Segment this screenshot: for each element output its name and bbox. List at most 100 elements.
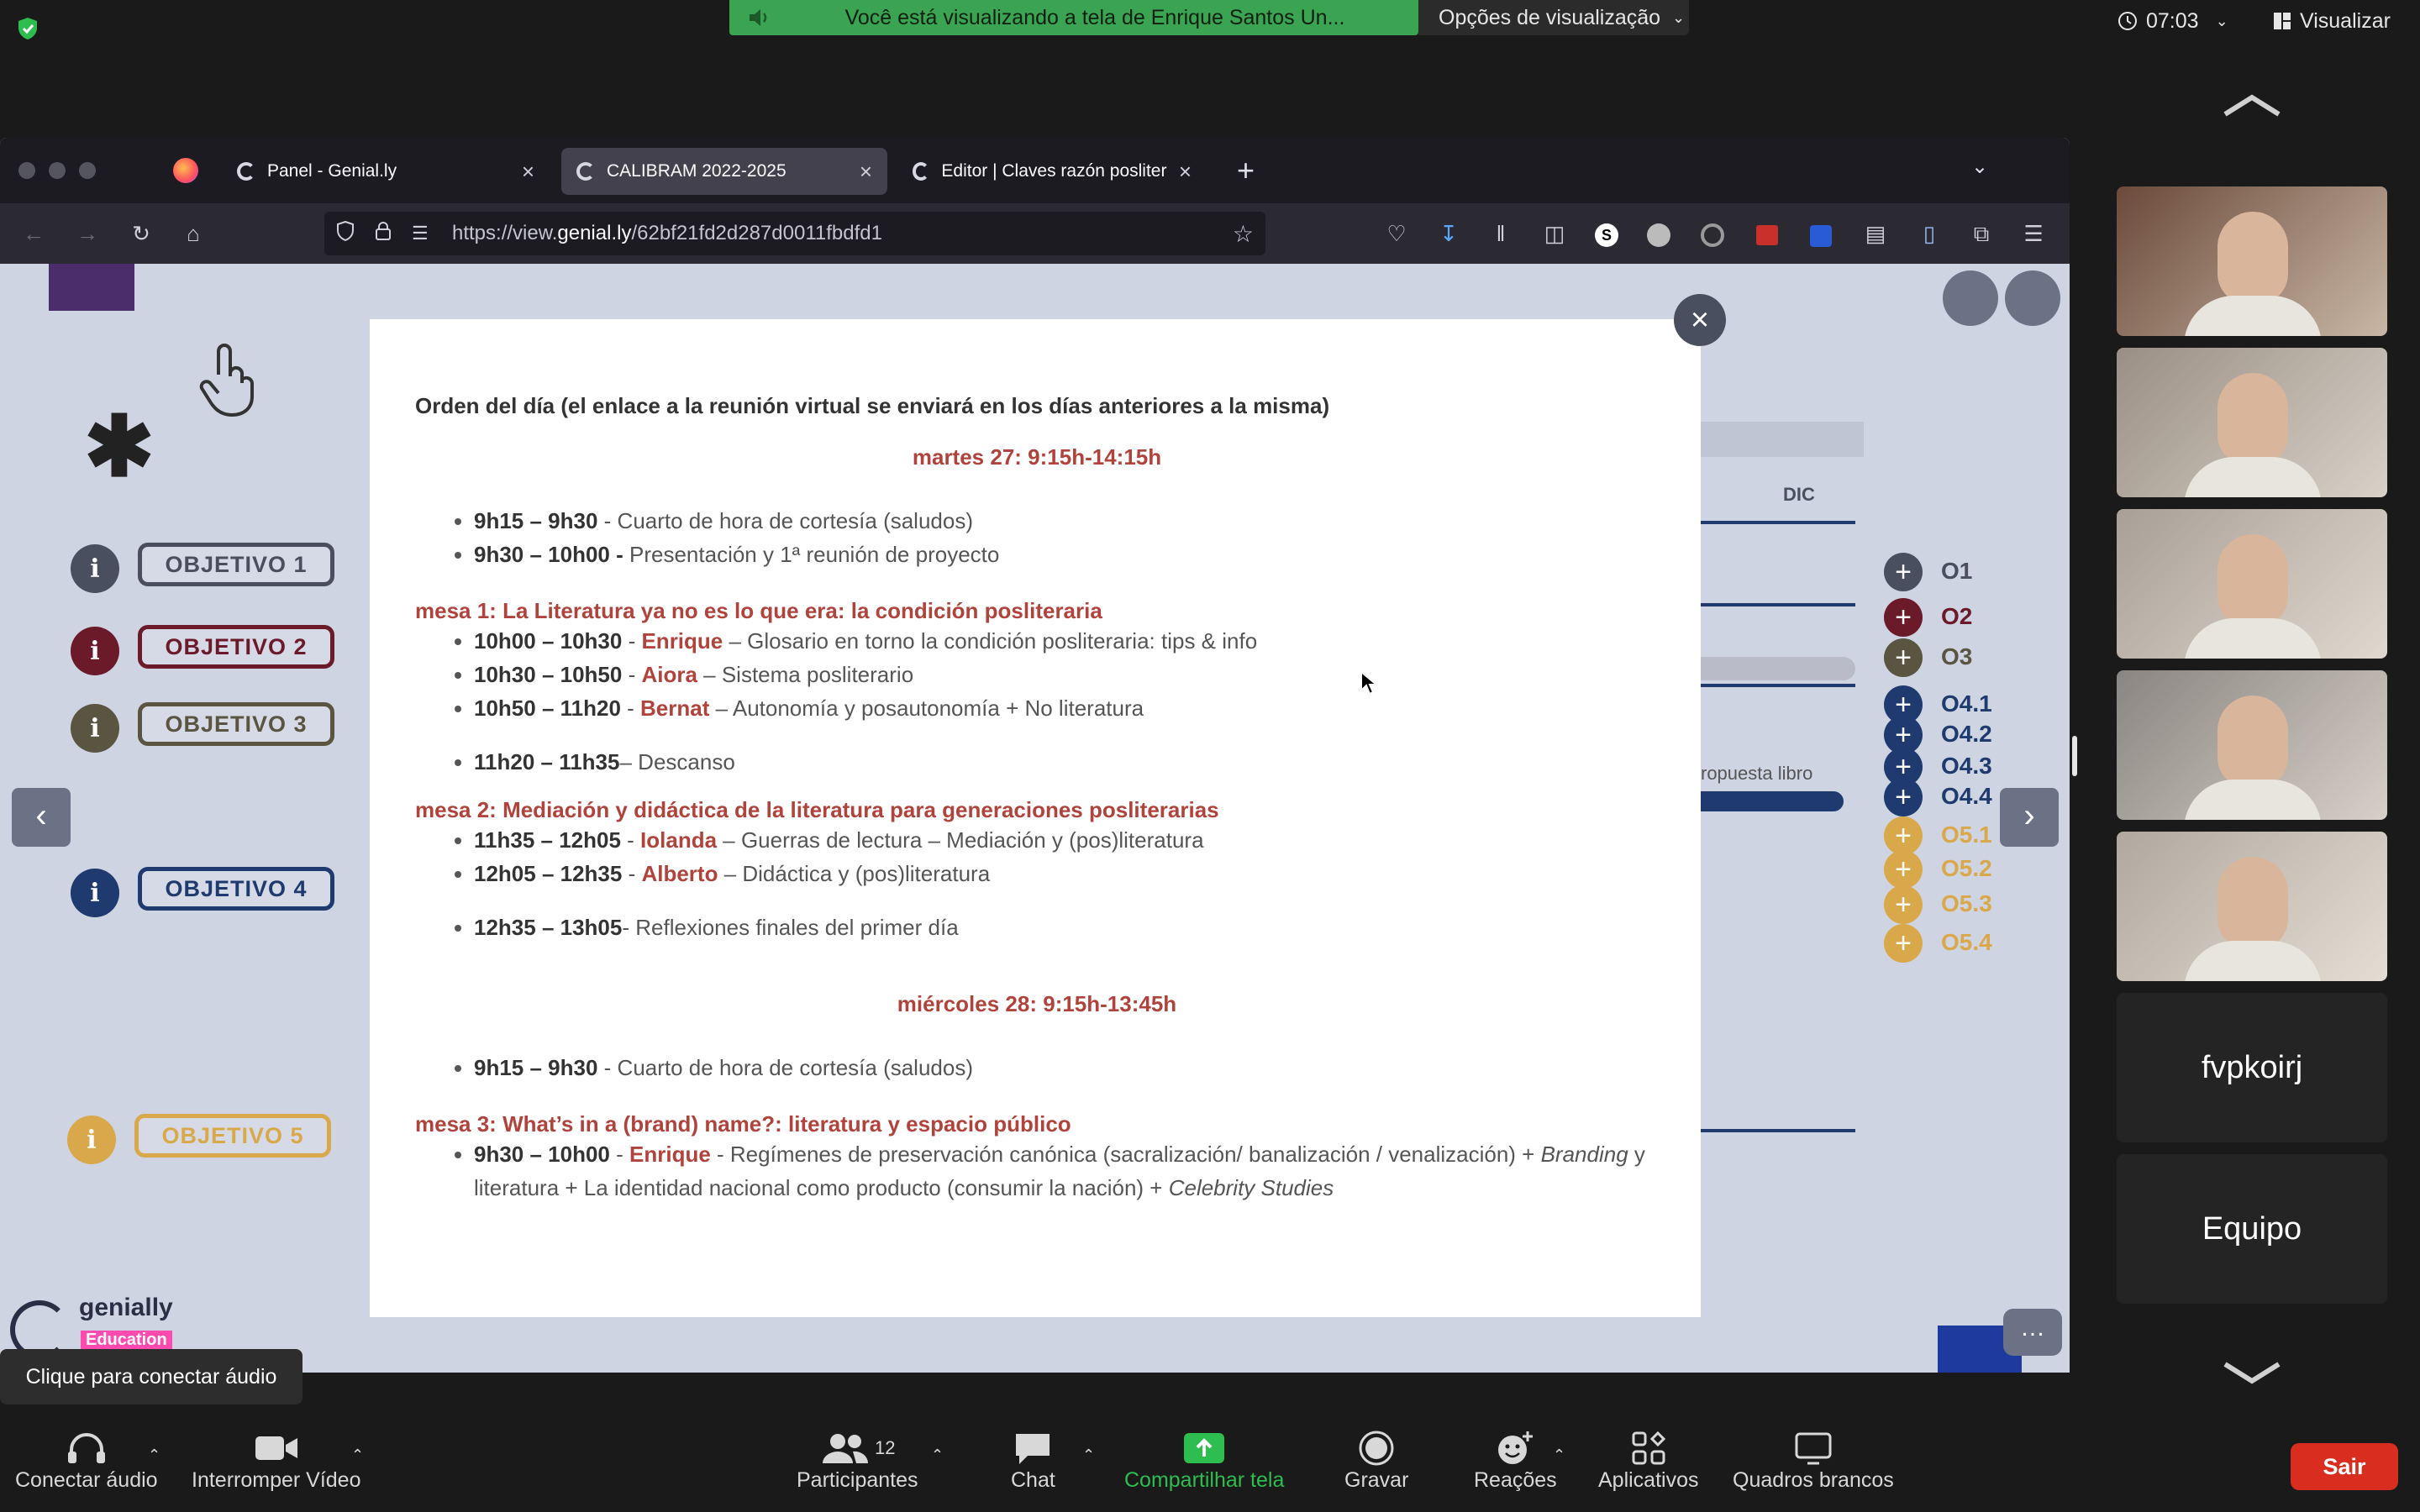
- extension-g-icon[interactable]: [1701, 223, 1724, 247]
- meeting-clock[interactable]: 07:03 ⌄: [2118, 7, 2228, 35]
- close-icon[interactable]: ×: [1179, 159, 1192, 185]
- objective-3-button[interactable]: OBJETIVO 3: [138, 702, 334, 746]
- sidebar-icon[interactable]: ◫: [1541, 220, 1568, 247]
- previous-slide-button[interactable]: ‹: [12, 788, 71, 847]
- chevron-up-icon[interactable]: ⌃: [1082, 1446, 1095, 1464]
- participant-face: [2217, 534, 2288, 627]
- timeline-line: [1701, 603, 1855, 606]
- connect-audio-button[interactable]: Conectar áudio: [15, 1428, 158, 1493]
- view-layout-button[interactable]: Visualizar: [2273, 7, 2391, 35]
- record-button[interactable]: Gravar: [1344, 1428, 1408, 1493]
- plus-icon[interactable]: +: [1884, 924, 1923, 963]
- objective-5-button[interactable]: OBJETIVO 5: [134, 1114, 331, 1158]
- info-icon[interactable]: i: [67, 1116, 116, 1164]
- list-item: 10h00 – 10h30 - Enrique – Glosario en to…: [474, 624, 1659, 658]
- downloads-icon[interactable]: ↧: [1435, 220, 1462, 247]
- participant-video-tile[interactable]: [2117, 670, 2387, 820]
- home-icon[interactable]: ⌂: [180, 220, 207, 247]
- plus-icon[interactable]: +: [1884, 638, 1923, 677]
- scroll-up-chevron-icon[interactable]: [2222, 92, 2282, 122]
- list-item: 11h35 – 12h05 - Iolanda – Guerras de lec…: [474, 823, 1659, 857]
- url-text[interactable]: https://view.genial.ly/62bf21fd2d287d001…: [452, 222, 882, 245]
- item-time: 12h05 – 12h35: [474, 861, 623, 886]
- plus-icon[interactable]: +: [1884, 850, 1923, 889]
- tab-panel-genially[interactable]: Panel - Genial.ly ×: [222, 148, 550, 195]
- window-minimize-dot[interactable]: [49, 162, 66, 179]
- reload-icon[interactable]: ↻: [128, 220, 155, 247]
- chevron-up-icon[interactable]: ⌃: [931, 1446, 944, 1464]
- record-icon: [1359, 1431, 1394, 1466]
- stop-video-button[interactable]: Interromper Vídeo: [192, 1428, 361, 1493]
- objective-4-button[interactable]: OBJETIVO 4: [138, 867, 334, 911]
- whiteboards-button[interactable]: Quadros brancos: [1733, 1428, 1894, 1493]
- firefox-icon[interactable]: [173, 158, 198, 183]
- back-icon[interactable]: ←: [20, 220, 47, 247]
- hand-tool-icon[interactable]: [1943, 270, 1998, 326]
- info-icon[interactable]: i: [71, 869, 119, 917]
- leave-meeting-button[interactable]: Sair: [2291, 1443, 2398, 1490]
- objective-index-label: O5.3: [1941, 890, 1992, 916]
- tab-calibram[interactable]: CALIBRAM 2022-2025 ×: [561, 148, 887, 195]
- address-bar[interactable]: ☰ https://view.genial.ly/62bf21fd2d287d0…: [324, 212, 1265, 255]
- close-icon[interactable]: ×: [860, 159, 872, 185]
- lock-icon[interactable]: [375, 221, 397, 247]
- objective-1-button[interactable]: OBJETIVO 1: [138, 543, 334, 586]
- tab-editor-claves[interactable]: Editor | Claves razón posliteraria ×: [897, 148, 1207, 195]
- next-slide-button[interactable]: ›: [2000, 788, 2059, 847]
- extension-doc-icon[interactable]: ▯: [1916, 220, 1943, 247]
- more-options-button[interactable]: …: [2003, 1309, 2062, 1356]
- extension-s-icon[interactable]: S: [1595, 223, 1618, 247]
- extension-red-icon[interactable]: [1756, 225, 1778, 245]
- view-options-dropdown[interactable]: Opções de visualização ⌄: [1418, 0, 1689, 35]
- close-icon[interactable]: ×: [522, 159, 534, 185]
- scroll-down-chevron-icon[interactable]: [2222, 1361, 2282, 1390]
- extension-reader-icon[interactable]: ▤: [1862, 220, 1889, 247]
- info-icon[interactable]: i: [71, 704, 119, 753]
- item-text: - Reflexiones finales del primer día: [622, 915, 959, 940]
- menu-hamburger-icon[interactable]: ☰: [2020, 220, 2047, 247]
- rotate-tool-icon[interactable]: [2005, 270, 2060, 326]
- participants-button[interactable]: 12 Participantes: [797, 1428, 918, 1493]
- new-tab-icon[interactable]: +: [1237, 153, 1255, 188]
- forward-icon[interactable]: →: [74, 220, 101, 247]
- reactions-button[interactable]: Reações: [1474, 1428, 1557, 1493]
- bookmark-star-icon[interactable]: ☆: [1233, 220, 1254, 248]
- participant-video-tile[interactable]: [2117, 348, 2387, 497]
- chevron-up-icon[interactable]: ⌃: [1553, 1446, 1565, 1464]
- chevron-up-icon[interactable]: ⌃: [351, 1446, 364, 1464]
- item-time: 9h15 – 9h30: [474, 508, 598, 533]
- panel-resize-handle[interactable]: [2072, 736, 2077, 776]
- tab-list-chevron-icon[interactable]: ⌄: [1971, 155, 1988, 179]
- library-icon[interactable]: ‖: [1487, 220, 1514, 247]
- info-icon[interactable]: i: [71, 627, 119, 675]
- share-screen-button[interactable]: Compartilhar tela: [1124, 1428, 1284, 1493]
- tracking-shield-icon[interactable]: [336, 220, 358, 247]
- objective-2-button[interactable]: OBJETIVO 2: [138, 625, 334, 669]
- item-separator: -: [622, 628, 642, 654]
- permissions-icon[interactable]: ☰: [412, 223, 437, 244]
- participant-name-tile[interactable]: fvpkoirj: [2117, 993, 2387, 1142]
- modal-close-button[interactable]: ×: [1674, 294, 1726, 346]
- plus-icon[interactable]: +: [1884, 885, 1923, 924]
- chevron-up-icon[interactable]: ⌃: [148, 1446, 160, 1464]
- plus-icon[interactable]: +: [1884, 553, 1923, 591]
- participant-video-tile[interactable]: [2117, 509, 2387, 659]
- security-shield-icon[interactable]: [17, 17, 39, 40]
- window-close-dot[interactable]: [18, 162, 35, 179]
- apps-button[interactable]: Aplicativos: [1598, 1428, 1699, 1493]
- extension-ll-icon[interactable]: [1647, 223, 1670, 247]
- participant-video-tile[interactable]: [2117, 832, 2387, 981]
- extension-blue-icon[interactable]: [1810, 225, 1832, 247]
- hand-pointer-icon: [193, 341, 260, 421]
- plus-icon[interactable]: +: [1884, 598, 1923, 637]
- final-list: 12h35 – 13h05- Reflexiones finales del p…: [415, 911, 1659, 944]
- info-icon[interactable]: i: [71, 544, 119, 593]
- chat-button[interactable]: Chat: [1011, 1428, 1055, 1493]
- window-zoom-dot[interactable]: [79, 162, 96, 179]
- plus-icon[interactable]: +: [1884, 778, 1923, 816]
- participant-name-tile[interactable]: Equipo: [2117, 1154, 2387, 1304]
- item-text: – Descanso: [619, 749, 735, 774]
- participant-video-tile[interactable]: [2117, 186, 2387, 336]
- extensions-puzzle-icon[interactable]: ⧉: [1968, 220, 1995, 247]
- pocket-icon[interactable]: ♡: [1383, 220, 1410, 247]
